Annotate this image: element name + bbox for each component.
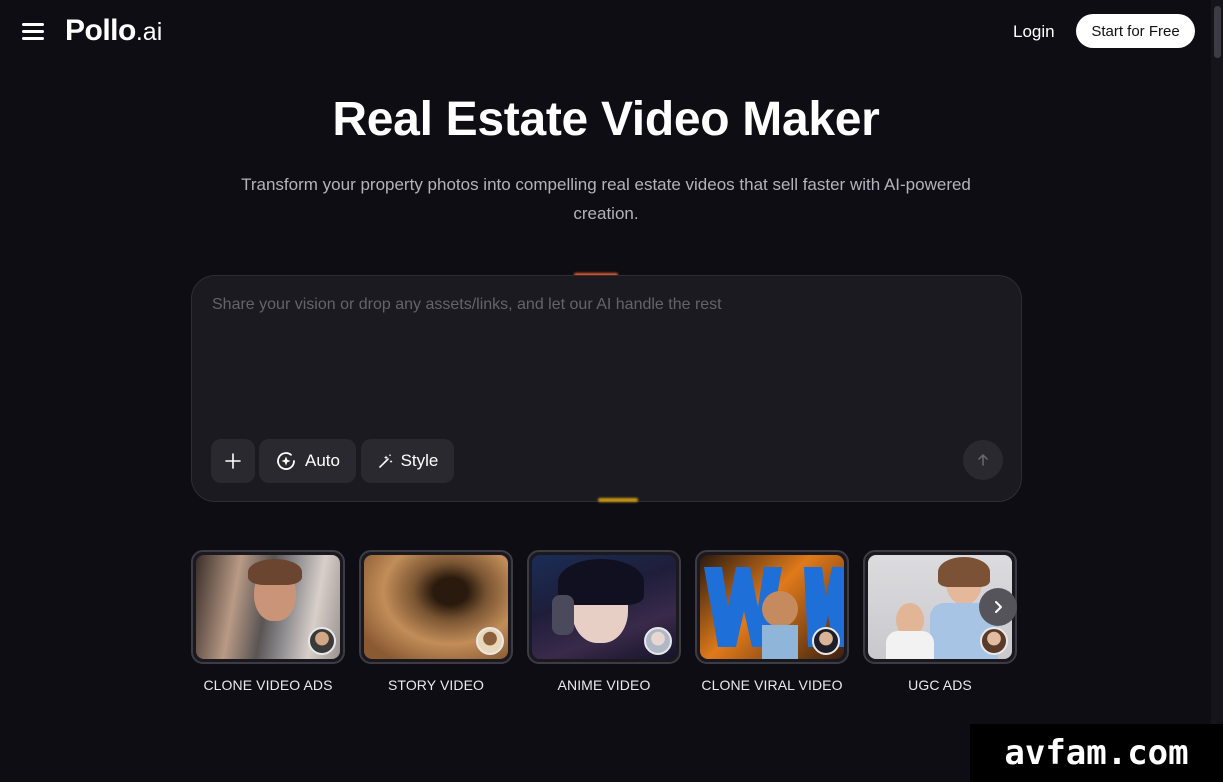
carousel-next-button[interactable] — [979, 588, 1017, 626]
magic-wand-icon — [378, 454, 393, 468]
logo[interactable]: Pollo .ai — [65, 14, 162, 48]
creator-avatar — [980, 627, 1008, 655]
add-asset-button[interactable] — [211, 439, 255, 483]
watermark: avfam.com — [970, 724, 1223, 782]
template-label: ANIME VIDEO — [557, 677, 651, 693]
start-for-free-button[interactable]: Start for Free — [1076, 14, 1195, 48]
creator-avatar — [308, 627, 336, 655]
plus-icon — [225, 453, 241, 469]
template-label: CLONE VIDEO ADS — [203, 677, 333, 693]
style-button[interactable]: Style — [361, 439, 454, 483]
auto-mode-button[interactable]: Auto — [259, 439, 356, 483]
template-thumbnail — [359, 550, 513, 664]
prompt-box: Auto Style — [191, 275, 1022, 502]
page-title: Real Estate Video Maker — [332, 93, 880, 146]
send-button[interactable] — [963, 440, 1003, 480]
scrollbar-thumb[interactable] — [1214, 6, 1221, 58]
template-thumbnail — [191, 550, 345, 664]
login-link[interactable]: Login — [1013, 22, 1055, 42]
prompt-input[interactable] — [212, 296, 992, 406]
creator-avatar — [476, 627, 504, 655]
template-label: CLONE VIRAL VIDEO — [701, 677, 843, 693]
template-card-anime-video[interactable]: ANIME VIDEO — [527, 550, 681, 693]
style-label: Style — [400, 451, 439, 470]
creator-avatar — [644, 627, 672, 655]
template-label: STORY VIDEO — [387, 677, 485, 693]
template-thumbnail — [527, 550, 681, 664]
page-subtitle: Transform your property photos into comp… — [241, 175, 971, 223]
scrollbar[interactable] — [1211, 0, 1223, 782]
template-card-story-video[interactable]: STORY VIDEO — [359, 550, 513, 693]
auto-mode-label: Auto — [305, 451, 340, 470]
chevron-right-icon — [995, 601, 1002, 613]
template-label: UGC ADS — [908, 677, 972, 693]
menu-icon[interactable] — [22, 23, 44, 41]
logo-suffix: .ai — [135, 18, 163, 46]
auto-mode-icon — [277, 452, 295, 470]
template-card-clone-viral-video[interactable]: CLONE VIRAL VIDEO — [695, 550, 849, 693]
logo-main: Pollo — [65, 14, 136, 47]
glow-accent-bottom — [598, 498, 638, 502]
arrow-up-icon — [978, 454, 988, 466]
template-thumbnail — [695, 550, 849, 664]
creator-avatar — [812, 627, 840, 655]
template-card-clone-video-ads[interactable]: CLONE VIDEO ADS — [191, 550, 345, 693]
